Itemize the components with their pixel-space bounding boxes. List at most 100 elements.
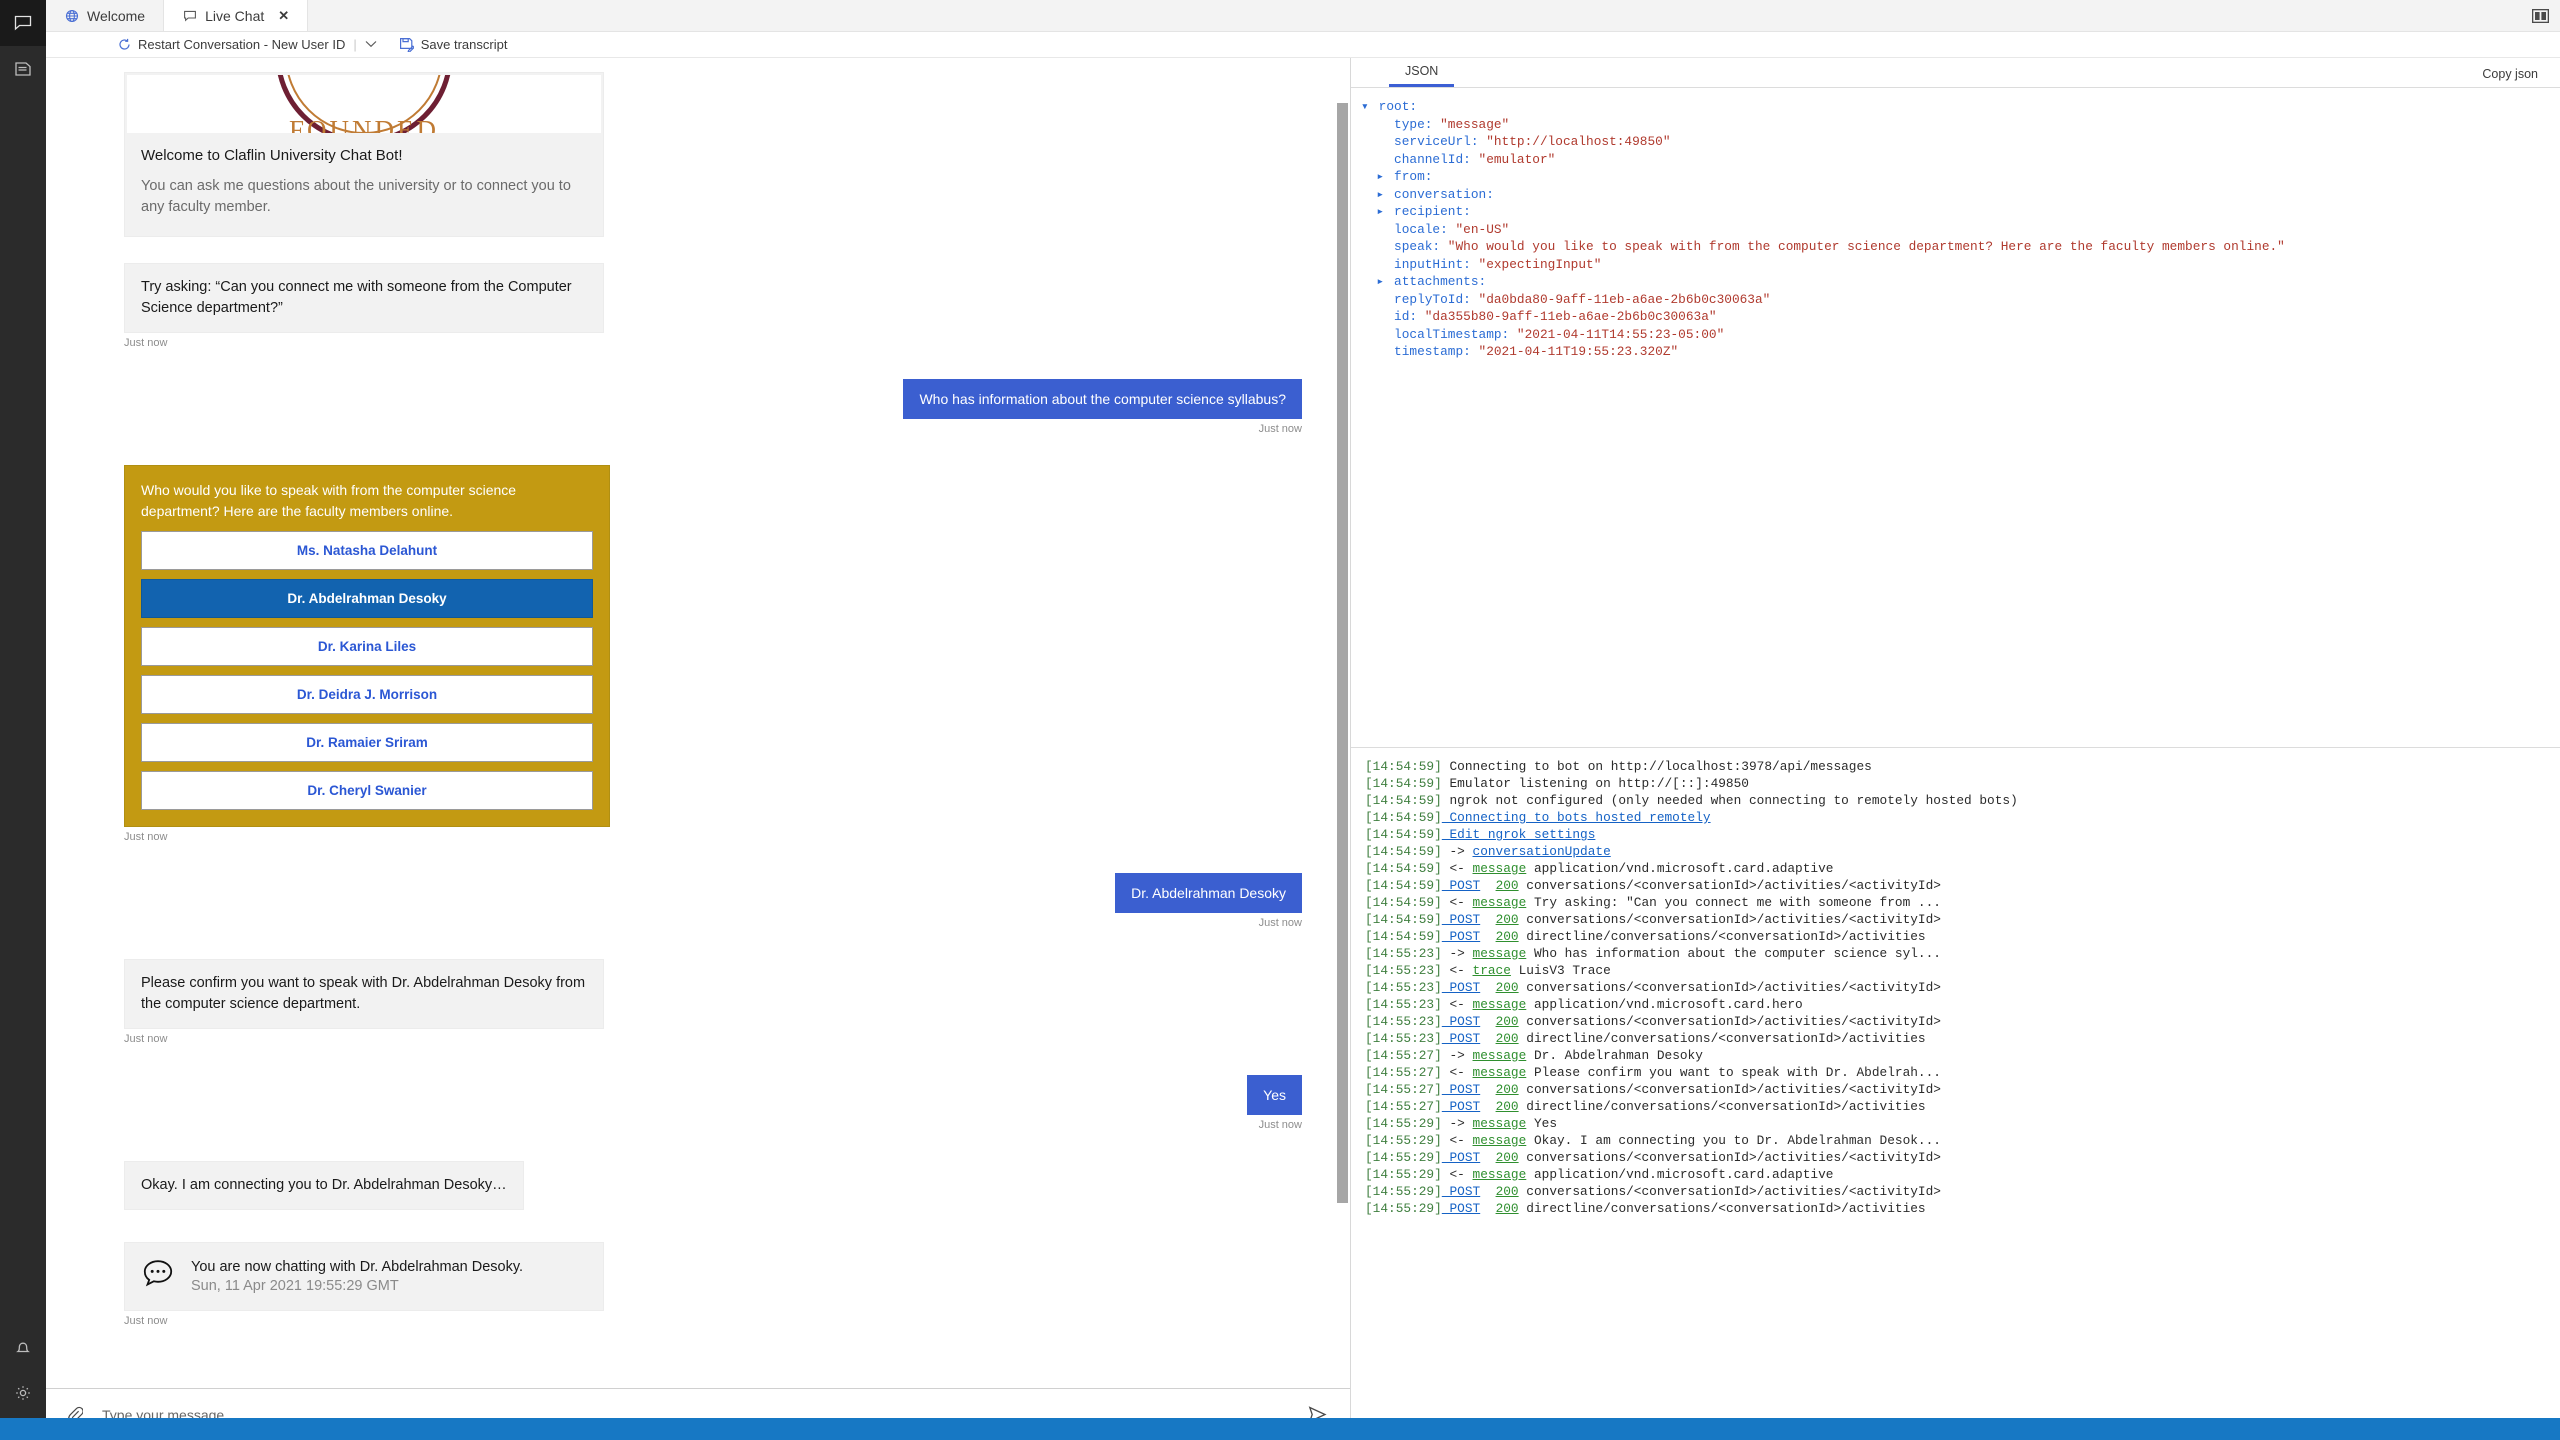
log-link[interactable]: POST: [1442, 1201, 1480, 1216]
tab-close-icon[interactable]: ✕: [278, 8, 289, 24]
tab-json[interactable]: JSON: [1389, 60, 1455, 87]
log-line: [14:54:59] <- message Try asking: "Can y…: [1365, 894, 2560, 911]
log-link[interactable]: POST: [1442, 1150, 1480, 1165]
log-activity-link[interactable]: message: [1473, 1133, 1527, 1148]
log-activity-link[interactable]: message: [1473, 895, 1527, 910]
log-activity-link[interactable]: 200: [1496, 929, 1519, 944]
json-line[interactable]: ▸ conversation:: [1361, 186, 2560, 204]
log-activity-link[interactable]: message: [1473, 997, 1527, 1012]
chat-scrollbar-thumb[interactable]: [1337, 103, 1348, 1203]
log-activity-link[interactable]: message: [1473, 1065, 1527, 1080]
faculty-option-4[interactable]: Dr. Ramaier Sriram: [141, 722, 593, 762]
log-activity-link[interactable]: 200: [1496, 1184, 1519, 1199]
split-layout-button[interactable]: [2520, 0, 2560, 31]
activity-chat-button[interactable]: [0, 0, 46, 46]
faculty-option-0[interactable]: Ms. Natasha Delahunt: [141, 530, 593, 570]
chevron-down-icon[interactable]: [365, 39, 377, 51]
restart-conversation-label: Restart Conversation - New User ID: [138, 37, 346, 52]
log-activity-link[interactable]: message: [1473, 1048, 1527, 1063]
log-activity-link[interactable]: 200: [1496, 1099, 1519, 1114]
save-transcript-button[interactable]: Save transcript: [399, 37, 508, 53]
log-link[interactable]: POST: [1442, 1031, 1480, 1046]
tab-strip: Welcome Live Chat ✕: [46, 0, 2560, 32]
log-link[interactable]: Connecting to bots hosted remotely: [1442, 810, 1710, 825]
log-activity-link[interactable]: trace: [1473, 963, 1511, 978]
json-line[interactable]: ▸ recipient:: [1361, 203, 2560, 221]
json-line[interactable]: ▸ attachments:: [1361, 273, 2560, 291]
expand-arrow-icon[interactable]: ▾: [1361, 98, 1371, 116]
log-line: [14:55:23] POST 200 directline/conversat…: [1365, 1030, 2560, 1047]
log-link[interactable]: POST: [1442, 980, 1480, 995]
log-activity-link[interactable]: 200: [1496, 1150, 1519, 1165]
chat-transcript: FOUNDED Welcome to Claflin University Ch…: [46, 58, 1350, 1367]
log-link[interactable]: POST: [1442, 1082, 1480, 1097]
collapse-arrow-icon[interactable]: ▸: [1376, 273, 1386, 291]
log-activity-link[interactable]: message: [1473, 1116, 1527, 1131]
json-line: id: "da355b80-9aff-11eb-a6ae-2b6b0c30063…: [1361, 308, 2560, 326]
chat-scrollbar[interactable]: [1337, 58, 1348, 1388]
inspector-header: JSON Copy json: [1351, 58, 2560, 88]
try-asking-timestamp: Just now: [124, 337, 168, 350]
save-transcript-label: Save transcript: [420, 37, 508, 52]
log-activity-link[interactable]: message: [1473, 1167, 1527, 1182]
log-activity-link[interactable]: message: [1473, 861, 1527, 876]
json-line: inputHint: "expectingInput": [1361, 256, 2560, 274]
log-link[interactable]: POST: [1442, 878, 1480, 893]
log-link[interactable]: POST: [1442, 1184, 1480, 1199]
faculty-option-2[interactable]: Dr. Karina Liles: [141, 626, 593, 666]
activity-settings-button[interactable]: [0, 1370, 46, 1416]
json-value: "en-US": [1447, 221, 1510, 237]
log-link[interactable]: POST: [1442, 929, 1480, 944]
log-link[interactable]: POST: [1442, 1099, 1480, 1114]
collapse-arrow-icon[interactable]: ▸: [1376, 203, 1386, 221]
log-link[interactable]: POST: [1442, 912, 1480, 927]
tab-welcome-label: Welcome: [87, 7, 146, 24]
log-text: ->: [1441, 1048, 1473, 1063]
log-timestamp: [14:55:27]: [1365, 1099, 1442, 1114]
activity-notifications-button[interactable]: [0, 1324, 46, 1370]
json-value: "Who would you like to speak with from t…: [1440, 239, 2285, 254]
json-line[interactable]: ▾ root:: [1361, 98, 2560, 116]
collapse-arrow-icon[interactable]: ▸: [1376, 168, 1386, 186]
log-activity-link[interactable]: 200: [1496, 1201, 1519, 1216]
log-link[interactable]: POST: [1442, 1014, 1480, 1029]
faculty-option-3[interactable]: Dr. Deidra J. Morrison: [141, 674, 593, 714]
copy-json-button[interactable]: Copy json: [2482, 67, 2538, 87]
log-line: [14:55:23] <- message application/vnd.mi…: [1365, 996, 2560, 1013]
log-timestamp: [14:55:23]: [1365, 997, 1442, 1012]
tab-welcome[interactable]: Welcome: [46, 0, 165, 31]
log-line: [14:54:59] ngrok not configured (only ne…: [1365, 792, 2560, 809]
log-link[interactable]: Edit ngrok settings: [1442, 827, 1595, 842]
log-activity-link[interactable]: 200: [1496, 878, 1519, 893]
log-activity-link[interactable]: 200: [1496, 1082, 1519, 1097]
log-viewer[interactable]: [14:54:59] Connecting to bot on http://l…: [1351, 748, 2560, 1440]
log-text: directline/conversations/<conversationId…: [1518, 1201, 1926, 1216]
log-activity-link[interactable]: 200: [1496, 912, 1519, 927]
faculty-option-1[interactable]: Dr. Abdelrahman Desoky: [141, 578, 593, 618]
chat-scroll-region[interactable]: FOUNDED Welcome to Claflin University Ch…: [46, 58, 1350, 1388]
log-timestamp: [14:55:29]: [1365, 1167, 1442, 1182]
log-line: [14:54:59] Edit ngrok settings: [1365, 826, 2560, 843]
faculty-option-5[interactable]: Dr. Cheryl Swanier: [141, 770, 593, 810]
log-activity-link[interactable]: 200: [1496, 1014, 1519, 1029]
log-link[interactable]: conversationUpdate: [1473, 844, 1611, 859]
log-activity-link[interactable]: 200: [1496, 980, 1519, 995]
log-activity-link[interactable]: message: [1473, 946, 1527, 961]
log-line: [14:55:27] -> message Dr. Abdelrahman De…: [1365, 1047, 2560, 1064]
log-activity-link[interactable]: 200: [1496, 1031, 1519, 1046]
tab-live-chat[interactable]: Live Chat ✕: [164, 0, 309, 31]
log-text: <-: [1441, 861, 1473, 876]
activity-resources-button[interactable]: [0, 46, 46, 92]
log-line: [14:55:23] <- trace LuisV3 Trace: [1365, 962, 2560, 979]
restart-conversation-button[interactable]: Restart Conversation - New User ID |: [116, 37, 377, 53]
message-row-connecting: Okay. I am connecting you to Dr. Abdelra…: [124, 1161, 1322, 1211]
collapse-arrow-icon[interactable]: ▸: [1376, 186, 1386, 204]
json-viewer[interactable]: ▾ root: type: "message" serviceUrl: "htt…: [1351, 88, 2560, 748]
json-line[interactable]: ▸ from:: [1361, 168, 2560, 186]
